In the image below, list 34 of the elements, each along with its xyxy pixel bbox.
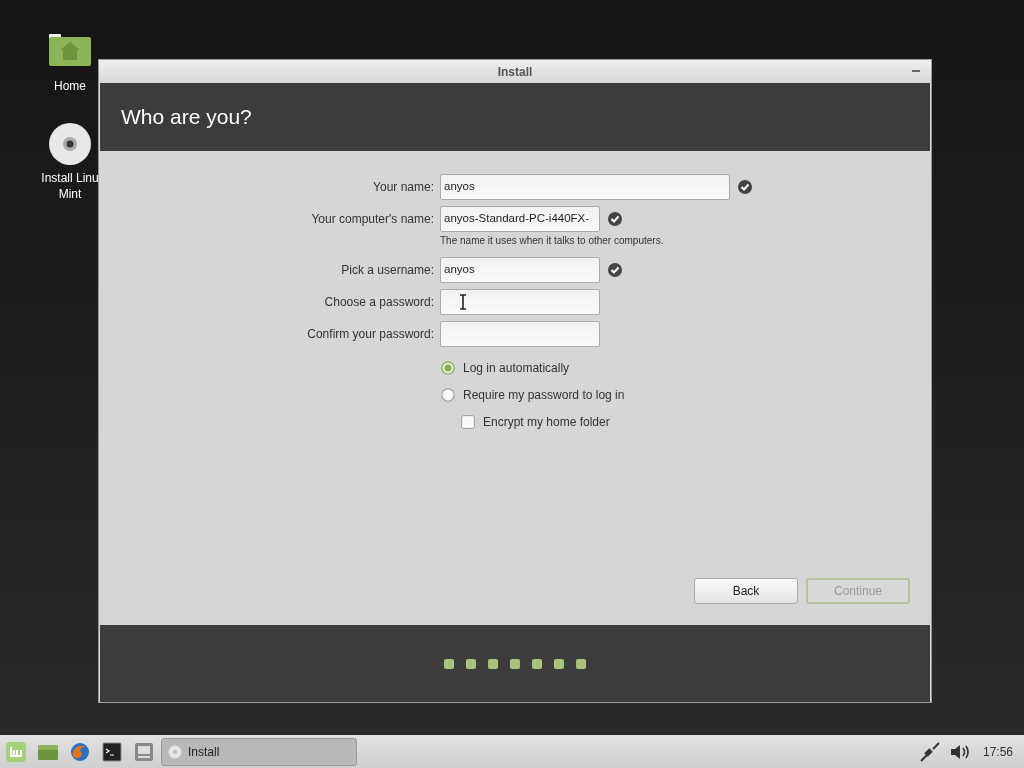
mint-logo-icon[interactable]	[5, 740, 27, 763]
field-label: Confirm your password:	[306, 326, 434, 343]
taskbar-window-button[interactable]: Install	[161, 737, 357, 766]
icon-label: Install Linu	[41, 170, 99, 186]
field-label: Pick a username:	[340, 262, 434, 279]
hint-text: The name it uses when it talks to other computers.	[440, 234, 665, 248]
field-label: Your name:	[372, 179, 434, 196]
minimize-icon	[912, 70, 920, 72]
input-field[interactable]: anyos	[440, 174, 730, 200]
text-cursor-icon	[459, 294, 467, 310]
field-label: Choose a password:	[323, 294, 434, 311]
network-plug-icon[interactable]	[918, 740, 941, 763]
browser-icon[interactable]	[69, 740, 91, 763]
disc-icon[interactable]	[47, 122, 93, 166]
icon-label: Home	[54, 78, 86, 94]
page-heading: Who are you?	[121, 104, 252, 131]
input-field[interactable]: anyos-Standard-PC-i440FX-	[440, 206, 600, 232]
field-label: Your computer's name:	[310, 211, 434, 228]
radio-button[interactable]	[441, 388, 455, 402]
option-label: Log in automatically	[463, 360, 570, 377]
disc-icon	[168, 744, 182, 759]
input-field[interactable]	[440, 321, 600, 347]
input-field[interactable]	[440, 289, 600, 315]
show-desktop-icon[interactable]	[133, 740, 155, 763]
radio-button[interactable]	[441, 361, 455, 375]
option-label: Require my password to log in	[463, 387, 625, 404]
dialog-button[interactable]: Back	[694, 578, 798, 604]
clock: 17:56	[982, 743, 1013, 761]
icon-label: Mint	[58, 186, 82, 202]
checkbox[interactable]	[461, 415, 475, 429]
terminal-icon[interactable]	[101, 740, 123, 763]
window-title: Install	[497, 63, 533, 81]
option-label: Encrypt my home folder	[483, 414, 610, 431]
input-field[interactable]: anyos	[440, 257, 600, 283]
